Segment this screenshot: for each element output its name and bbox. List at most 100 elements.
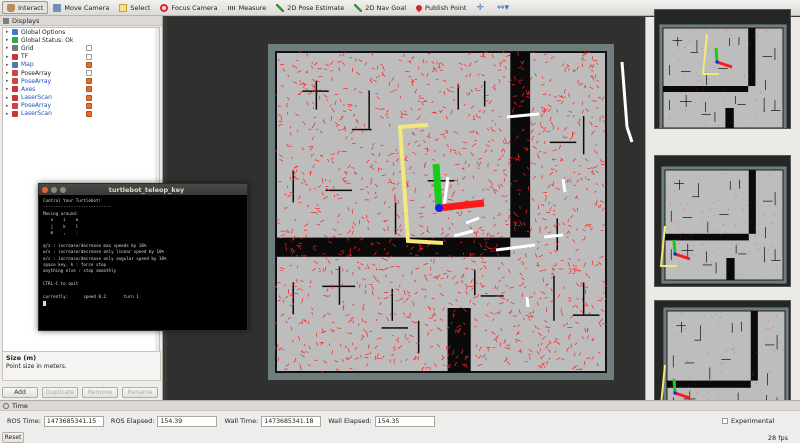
map-wall <box>670 210 672 222</box>
map-wall <box>582 116 585 155</box>
camera-view-middle[interactable] <box>654 155 791 287</box>
display-type-icon <box>12 29 18 36</box>
terminal-title: turtlebot_teleop_key <box>108 185 185 194</box>
map-wall <box>738 37 740 45</box>
add-display-button[interactable]: Add <box>2 387 38 398</box>
experimental-checkbox[interactable] <box>722 418 728 424</box>
experimental-toggle[interactable]: Experimental <box>722 415 774 427</box>
terminal-output[interactable]: Control Your Turtlebot! -----------------… <box>39 195 247 310</box>
focus-camera-tool-button[interactable]: Focus Camera <box>155 1 222 14</box>
point-pin-icon <box>414 3 424 12</box>
map-wall <box>679 101 692 102</box>
map-wall <box>763 98 765 112</box>
wall-time-label: Wall Time: <box>224 417 259 425</box>
map-wall <box>682 217 693 218</box>
map-wall <box>750 311 758 381</box>
display-item[interactable]: ▸ LaserScan <box>3 110 159 118</box>
fps-readout: 28 fps <box>767 433 788 442</box>
hand-icon <box>7 3 15 12</box>
teleop-terminal-window[interactable]: turtlebot_teleop_key Control Your Turtle… <box>38 183 248 331</box>
display-item[interactable]: ▸ Axes <box>3 85 159 93</box>
display-item[interactable]: ▸ PoseArray <box>3 77 159 85</box>
ros-elapsed-field[interactable]: 154.39 <box>157 415 218 427</box>
map-wall <box>549 141 577 144</box>
display-item-label: LaserScan <box>21 110 52 118</box>
2d-nav-goal-tool-button[interactable]: 2D Nav Goal <box>349 1 411 14</box>
2d-pose-estimate-tool-button[interactable]: 2D Pose Estimate <box>271 1 349 14</box>
measure-tool-button[interactable]: Measure <box>223 1 272 14</box>
ros-time-field[interactable]: 1473685341.15 <box>43 415 104 427</box>
camera-views-panel <box>645 9 800 417</box>
map-wall <box>338 266 341 305</box>
terminal-line: currently: speed 0.2 turn 1 <box>43 294 139 300</box>
monitor-icon <box>3 17 9 24</box>
map-wall <box>690 52 698 53</box>
duplicate-display-button[interactable]: Duplicate <box>42 387 78 398</box>
display-enable-checkbox[interactable] <box>86 78 92 85</box>
display-type-icon <box>12 102 18 109</box>
y-axis-arrow <box>432 163 443 209</box>
display-item-label: Global Status: Ok <box>21 36 74 44</box>
display-enable-checkbox[interactable] <box>86 102 92 109</box>
display-enable-checkbox[interactable] <box>86 110 92 117</box>
map-wall <box>748 170 756 234</box>
map-wall <box>762 200 773 202</box>
remove-tool-button[interactable]: ⇔▾ <box>492 1 517 14</box>
wall-elapsed-field[interactable]: 154.35 <box>374 415 435 427</box>
display-item[interactable]: ▸ Grid <box>3 44 159 52</box>
map-wall <box>776 335 778 350</box>
time-panel: Time ROS Time: 1473685341.15 ROS Elapsed… <box>0 400 800 443</box>
display-enable-checkbox[interactable] <box>86 61 92 68</box>
select-tool-button[interactable]: Select <box>114 1 155 14</box>
display-item[interactable]: ▸ PoseArray <box>3 102 159 110</box>
map-wall <box>738 253 747 255</box>
display-item[interactable]: ▸ Global Options <box>3 28 159 36</box>
minimize-icon[interactable] <box>51 186 57 193</box>
add-tool-button[interactable]: ✛ <box>471 1 492 14</box>
display-item-label: Grid <box>21 44 34 52</box>
display-type-icon <box>12 78 18 85</box>
map-wall <box>767 373 768 386</box>
display-item[interactable]: ▸ LaserScan <box>3 94 159 102</box>
display-enable-checkbox[interactable] <box>86 86 92 93</box>
description-title: Size (m) <box>6 354 37 362</box>
map-wall <box>670 249 672 261</box>
particle-arrow <box>311 154 313 157</box>
camera-view-top[interactable] <box>654 9 791 129</box>
goal-arrow-icon <box>354 3 363 12</box>
interact-tool-button[interactable]: Interact <box>2 1 49 14</box>
display-item[interactable]: ▸ Map <box>3 61 159 69</box>
select-icon <box>119 3 128 12</box>
close-icon[interactable] <box>42 186 48 193</box>
reset-button[interactable]: Reset <box>2 432 24 443</box>
z-axis-dot <box>715 60 719 64</box>
move-camera-tool-button[interactable]: Move Camera <box>48 1 114 14</box>
map-wall <box>764 247 765 263</box>
display-enable-checkbox[interactable] <box>86 94 92 101</box>
measure-icon <box>227 5 236 10</box>
display-enable-checkbox[interactable] <box>86 45 92 52</box>
map-wall <box>381 327 408 329</box>
remove-display-button[interactable]: Remove <box>82 387 118 398</box>
display-item[interactable]: ▸ PoseArray <box>3 69 159 77</box>
focus-icon <box>160 3 169 12</box>
z-axis-dot <box>673 252 677 256</box>
map-wall <box>368 90 370 129</box>
display-item[interactable]: ▸ Global Status: Ok <box>3 36 159 44</box>
display-item[interactable]: ▸ TF <box>3 53 159 61</box>
map-wall <box>681 71 691 72</box>
map-free-space <box>665 170 783 280</box>
map-wall <box>684 362 695 364</box>
publish-point-tool-button[interactable]: Publish Point <box>411 1 471 14</box>
wall-time-field[interactable]: 1473685341.18 <box>261 415 322 427</box>
rename-display-button[interactable]: Rename <box>122 387 158 398</box>
description-text: Point size in meters. <box>6 363 67 370</box>
ros-time-label: ROS Time: <box>7 417 41 425</box>
display-enable-checkbox[interactable] <box>86 69 92 76</box>
display-enable-checkbox[interactable] <box>86 53 92 60</box>
map-wall <box>735 96 736 104</box>
camera-view-middle-scene <box>655 156 790 286</box>
map-wall <box>669 65 670 75</box>
map-wall <box>706 75 707 85</box>
particle-arrow <box>542 93 547 95</box>
